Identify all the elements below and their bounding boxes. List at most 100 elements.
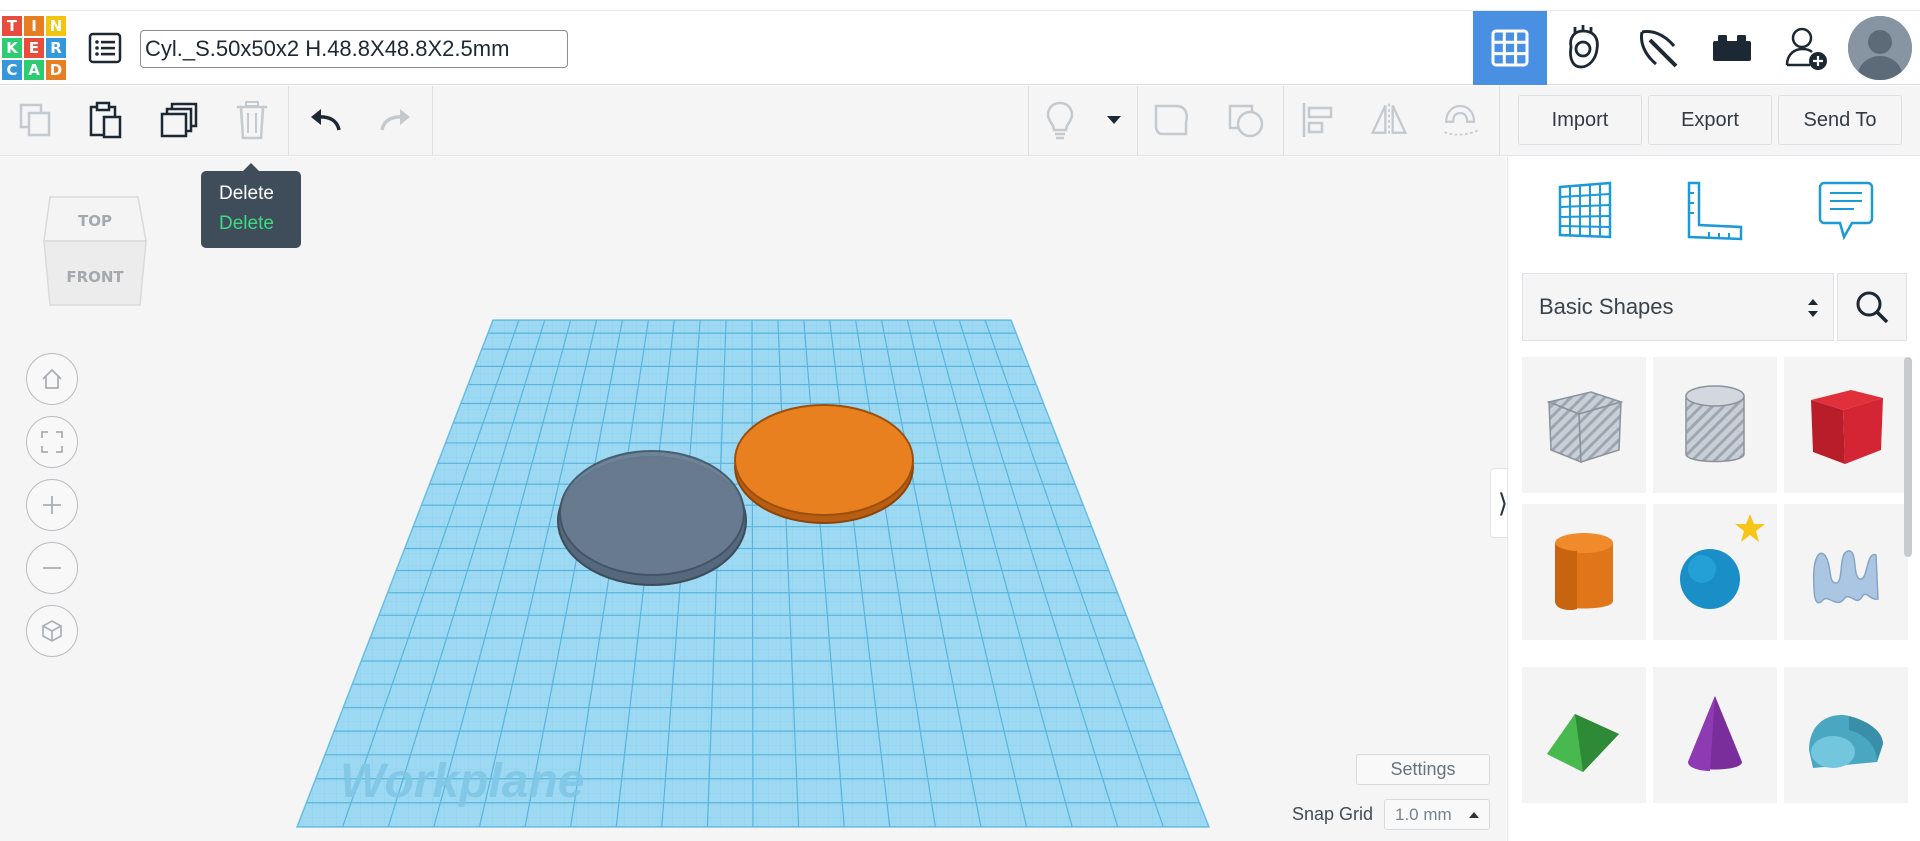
group-icon [1154, 104, 1188, 136]
delete-button[interactable] [232, 100, 272, 140]
redo-icon [380, 109, 410, 131]
shape-box-hole[interactable] [1522, 357, 1646, 493]
snap-grid-value: 1.0 mm [1395, 804, 1452, 824]
undo-button[interactable] [305, 100, 345, 140]
invite-user-button[interactable] [1769, 11, 1843, 85]
import-button[interactable]: Import [1518, 95, 1642, 145]
toolbar-divider [288, 86, 289, 156]
red-box-icon [1811, 390, 1883, 464]
workplane-label: Workplane [340, 755, 585, 808]
duplicate-icon [160, 102, 198, 138]
magnet-icon [1444, 104, 1478, 136]
workplane-grid-icon [1558, 181, 1612, 239]
logo-letter: E [24, 38, 44, 58]
tinkercad-logo[interactable]: TIN KER CAD [2, 16, 68, 80]
workplane-tool-button[interactable] [1548, 175, 1622, 245]
paste-button[interactable] [86, 100, 126, 140]
logo-letter: K [2, 38, 22, 58]
toolbar-divider [1499, 86, 1500, 156]
design-title-input[interactable] [140, 30, 568, 68]
tooltip-shortcut: Delete [219, 213, 274, 234]
circuits-hand-icon [1569, 25, 1599, 69]
notes-tool-button[interactable] [1809, 175, 1883, 245]
logo-letter: A [24, 60, 44, 80]
design-menu-button[interactable] [88, 31, 122, 65]
3d-canvas[interactable]: TOP FRONT Workplane Settings Snap Grid 1… [0, 157, 1516, 841]
shape-library-select[interactable]: Basic Shapes [1522, 273, 1834, 341]
add-user-icon [1785, 27, 1827, 70]
paste-icon [89, 101, 122, 139]
grid-icon [1491, 29, 1529, 67]
show-all-button[interactable] [1040, 100, 1080, 140]
bricks-view-button[interactable] [1695, 11, 1769, 85]
show-hidden-dropdown[interactable] [1094, 100, 1134, 140]
shape-cone[interactable] [1653, 667, 1777, 803]
redo-button[interactable] [376, 100, 416, 140]
shape-search-button[interactable] [1837, 273, 1907, 341]
scribble-icon [1812, 550, 1879, 604]
orange-cylinder-shape[interactable] [734, 404, 914, 524]
tooltip-title: Delete [219, 183, 274, 204]
view-switcher [1473, 11, 1917, 85]
send-to-button[interactable]: Send To [1778, 95, 1902, 145]
ruler-icon [1687, 181, 1743, 241]
panel-tools [1508, 175, 1920, 245]
workplane-settings-button[interactable]: Settings [1356, 754, 1490, 785]
top-bar: TIN KER CAD [0, 10, 1920, 85]
mirror-button[interactable] [1369, 100, 1409, 140]
chevron-down-icon [1107, 116, 1121, 124]
toolbar-divider [1283, 86, 1284, 156]
ungroup-icon [1228, 104, 1264, 138]
trash-icon [237, 101, 267, 140]
search-icon [1856, 291, 1889, 324]
shapes-panel: Basic Shapes [1507, 157, 1920, 841]
export-button[interactable]: Export [1648, 95, 1772, 145]
tinkercad-editor: TINKERCAD Cyl._S.50x50x2 H.48.8X48.8X2.5… [0, 0, 1920, 841]
circuits-view-button[interactable] [1547, 11, 1621, 85]
shape-roof[interactable] [1522, 667, 1646, 803]
delete-tooltip: Delete Delete [201, 163, 301, 248]
shape-cylinder[interactable] [1522, 504, 1646, 640]
shape-cylinder-hole[interactable] [1653, 357, 1777, 493]
copy-button[interactable] [16, 100, 56, 140]
green-roof-icon [1547, 714, 1619, 772]
avatar-icon [1848, 16, 1912, 80]
copy-icon [19, 103, 51, 137]
shape-sphere[interactable] [1653, 504, 1777, 640]
align-icon [1302, 103, 1333, 137]
lightbulb-icon [1046, 101, 1074, 140]
toolbar-divider [432, 86, 433, 156]
cylinder-hole-icon [1685, 385, 1745, 463]
round-roof-icon [1809, 715, 1883, 768]
codeblocks-view-button[interactable] [1621, 11, 1695, 85]
star-icon [1735, 514, 1765, 542]
ungroup-button[interactable] [1226, 100, 1266, 140]
logo-letter: D [46, 60, 66, 80]
3d-design-view-button[interactable] [1473, 11, 1547, 85]
ruler-tool-button[interactable] [1677, 175, 1751, 245]
toolbar-divider [1028, 86, 1029, 156]
list-icon [88, 32, 122, 64]
logo-letter: R [46, 38, 66, 58]
user-avatar[interactable] [1843, 11, 1917, 85]
box-hole-icon [1546, 391, 1624, 464]
snap-grid-label: Snap Grid [1292, 804, 1374, 824]
shape-round-roof[interactable] [1784, 667, 1908, 803]
shape-scribble[interactable] [1784, 504, 1908, 640]
duplicate-button[interactable] [160, 100, 200, 140]
updown-caret-icon [1808, 299, 1818, 317]
workplane[interactable]: Workplane [0, 157, 1230, 841]
shape-box[interactable] [1784, 357, 1908, 493]
align-button[interactable] [1298, 100, 1338, 140]
orange-cylinder-icon [1555, 533, 1613, 611]
undo-icon [311, 109, 341, 131]
group-button[interactable] [1152, 100, 1192, 140]
shapes-scrollbar[interactable] [1904, 357, 1912, 557]
note-comment-icon [1818, 181, 1874, 241]
cruise-button[interactable] [1441, 100, 1481, 140]
logo-letter: I [24, 16, 44, 36]
hole-cylinder-shape[interactable] [557, 450, 747, 586]
bricks-icon [1713, 35, 1751, 61]
mirror-icon [1370, 103, 1408, 137]
snap-grid-select[interactable]: 1.0 mm [1384, 799, 1490, 830]
